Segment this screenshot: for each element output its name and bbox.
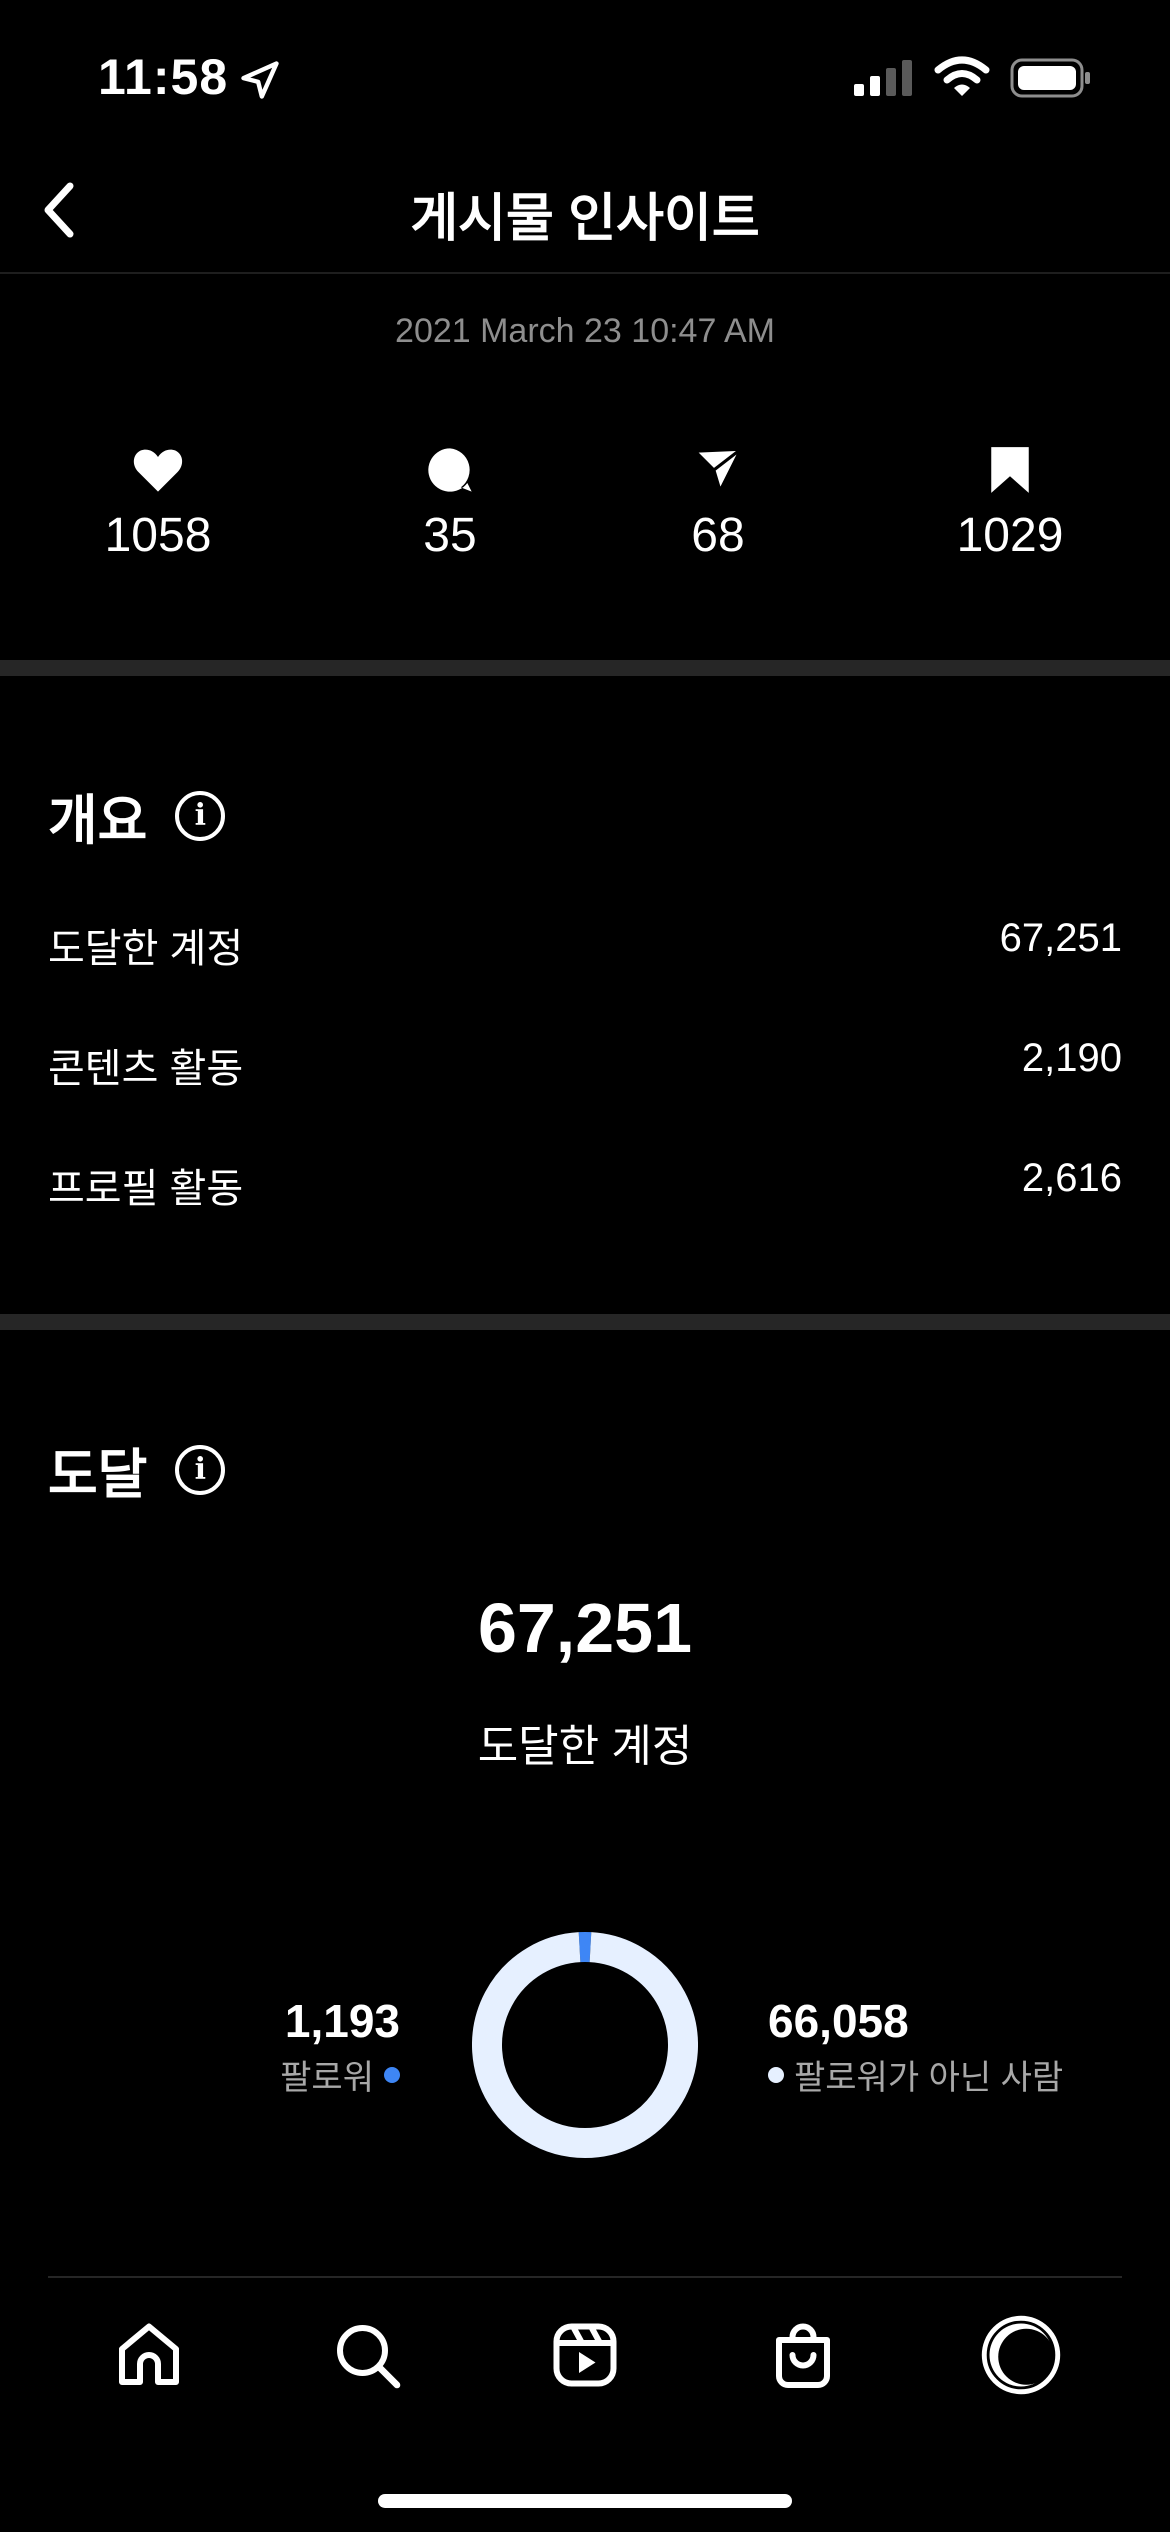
info-icon[interactable]: i (175, 790, 226, 841)
shares-count: 68 (691, 509, 745, 562)
donut-slice-non-followers (472, 1932, 698, 2158)
heart-icon (133, 449, 183, 492)
status-time: 11:58 (98, 49, 229, 105)
profile-avatar-icon (981, 2315, 1061, 2395)
followers-legend: 1,193 팔로워 (280, 1994, 400, 2099)
shop-bag-icon (776, 2323, 830, 2388)
non-followers-label: 팔로워가 아닌 사람 (794, 2059, 1064, 2097)
section-divider (0, 660, 1170, 676)
home-indicator (378, 2494, 792, 2508)
reach-total-label: 도달한 계정 (477, 1722, 693, 1771)
saves-count: 1029 (956, 509, 1064, 562)
non-followers-legend: 66,058 팔로워가 아닌 사람 (768, 1994, 1063, 2099)
overview-row-accounts-reached[interactable]: 도달한 계정 67,251 (48, 916, 1122, 974)
row-value: 2,616 (1021, 1156, 1122, 1200)
tab-shop[interactable] (753, 2305, 853, 2405)
reels-icon (553, 2323, 617, 2387)
likes-count: 1058 (104, 509, 212, 562)
followers-label: 팔로워 (280, 2059, 374, 2097)
tab-profile[interactable] (971, 2305, 1071, 2405)
tab-search[interactable] (317, 2305, 417, 2405)
row-value: 67,251 (999, 916, 1122, 960)
reach-section-title: 도달 i (48, 1430, 226, 1509)
post-date: 2021 March 23 10:47 AM (395, 312, 775, 350)
tab-reels[interactable] (535, 2305, 635, 2405)
comments-stat: 35 (330, 440, 570, 563)
reach-total: 67,251 (477, 1589, 693, 1667)
overview-title: 개요 (48, 791, 148, 851)
page-title: 게시물 인사이트 (410, 190, 760, 248)
battery-icon (1010, 58, 1090, 98)
row-label: 도달한 계정 (48, 927, 244, 971)
bottom-tab-bar (0, 2300, 1170, 2410)
overview-row-content-interactions[interactable]: 콘텐츠 활동 2,190 (48, 1036, 1122, 1094)
row-label: 프로필 활동 (48, 1167, 244, 1211)
wifi-icon (934, 56, 990, 96)
header-divider (0, 272, 1170, 274)
reach-donut-chart (472, 1932, 698, 2158)
saves-stat: 1029 (890, 440, 1130, 563)
non-followers-dot (768, 2066, 784, 2083)
row-value: 2,190 (1021, 1036, 1122, 1080)
bookmark-icon (991, 447, 1029, 493)
followers-dot (384, 2066, 400, 2083)
send-icon (693, 447, 743, 493)
location-arrow-icon (241, 61, 279, 99)
shares-stat: 68 (598, 440, 838, 563)
search-icon (337, 2325, 401, 2389)
overview-section-title: 개요 i (48, 776, 226, 855)
tab-home[interactable] (99, 2305, 199, 2405)
section-divider (0, 1314, 1170, 1330)
non-followers-count: 66,058 (768, 1995, 909, 2047)
comment-icon (428, 448, 472, 492)
followers-count: 1,193 (284, 1995, 400, 2047)
reach-title: 도달 (48, 1445, 148, 1505)
row-label: 콘텐츠 활동 (48, 1047, 244, 1091)
likes-stat: 1058 (38, 440, 278, 563)
comments-count: 35 (423, 509, 477, 562)
info-icon[interactable]: i (175, 1444, 226, 1495)
nav-divider (48, 2276, 1122, 2278)
overview-row-profile-activity[interactable]: 프로필 활동 2,616 (48, 1156, 1122, 1214)
home-icon (119, 2323, 179, 2385)
cellular-signal-icon (854, 60, 912, 96)
